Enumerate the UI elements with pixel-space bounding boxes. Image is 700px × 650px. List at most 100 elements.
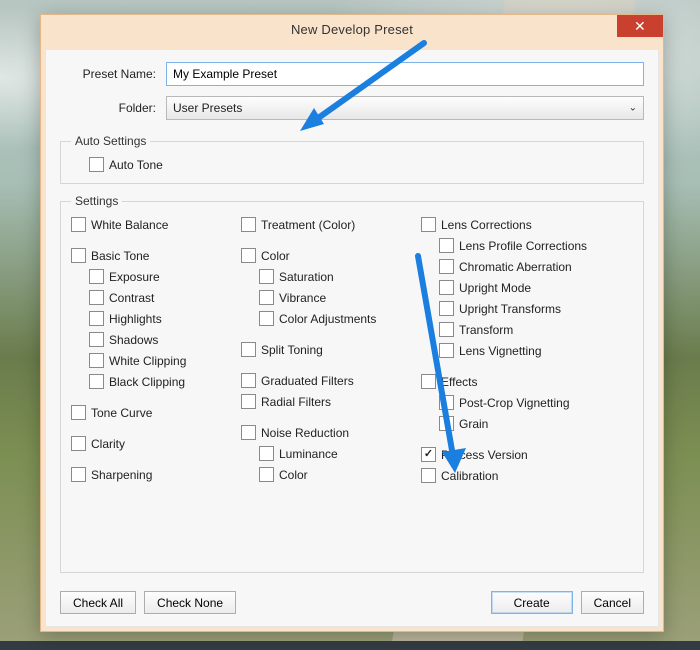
close-icon: ✕ [634, 11, 646, 41]
transform-label: Transform [459, 323, 513, 337]
checkbox-icon [259, 311, 274, 326]
noise-color-checkbox[interactable]: Color [241, 467, 421, 482]
folder-select[interactable]: User Presets ⌄ [166, 96, 644, 120]
checkbox-icon [71, 217, 86, 232]
checkbox-icon [241, 248, 256, 263]
sharpening-label: Sharpening [91, 468, 152, 482]
white-clipping-label: White Clipping [109, 354, 186, 368]
checkbox-icon [241, 342, 256, 357]
luminance-checkbox[interactable]: Luminance [241, 446, 421, 461]
upright-mode-checkbox[interactable]: Upright Mode [421, 280, 633, 295]
checkbox-icon [89, 311, 104, 326]
check-all-button[interactable]: Check All [60, 591, 136, 614]
luminance-label: Luminance [279, 447, 338, 461]
split-toning-checkbox[interactable]: Split Toning [241, 342, 421, 357]
checkbox-icon [241, 373, 256, 388]
checkbox-icon [241, 217, 256, 232]
grain-checkbox[interactable]: Grain [421, 416, 633, 431]
chromatic-aberration-label: Chromatic Aberration [459, 260, 572, 274]
preset-name-input[interactable] [166, 62, 644, 86]
graduated-filters-checkbox[interactable]: Graduated Filters [241, 373, 421, 388]
noise-reduction-label: Noise Reduction [261, 426, 349, 440]
treatment-checkbox[interactable]: Treatment (Color) [241, 217, 421, 232]
auto-tone-label: Auto Tone [109, 158, 163, 172]
close-button[interactable]: ✕ [617, 15, 663, 37]
checkbox-icon [259, 467, 274, 482]
checkbox-icon [71, 436, 86, 451]
create-button[interactable]: Create [491, 591, 573, 614]
checkbox-icon [89, 157, 104, 172]
post-crop-vignetting-label: Post-Crop Vignetting [459, 396, 570, 410]
effects-label: Effects [441, 375, 477, 389]
radial-filters-label: Radial Filters [261, 395, 331, 409]
settings-group: Settings White Balance Basic Tone Exposu… [60, 194, 644, 573]
contrast-label: Contrast [109, 291, 154, 305]
cancel-button[interactable]: Cancel [581, 591, 644, 614]
white-balance-checkbox[interactable]: White Balance [71, 217, 241, 232]
preset-name-label: Preset Name: [60, 67, 166, 81]
radial-filters-checkbox[interactable]: Radial Filters [241, 394, 421, 409]
upright-transforms-checkbox[interactable]: Upright Transforms [421, 301, 633, 316]
vibrance-checkbox[interactable]: Vibrance [241, 290, 421, 305]
highlights-checkbox[interactable]: Highlights [71, 311, 241, 326]
color-adjustments-checkbox[interactable]: Color Adjustments [241, 311, 421, 326]
vibrance-label: Vibrance [279, 291, 326, 305]
white-clipping-checkbox[interactable]: White Clipping [71, 353, 241, 368]
contrast-checkbox[interactable]: Contrast [71, 290, 241, 305]
checkbox-icon [439, 343, 454, 358]
sharpening-checkbox[interactable]: Sharpening [71, 467, 241, 482]
calibration-checkbox[interactable]: Calibration [421, 468, 633, 483]
black-clipping-checkbox[interactable]: Black Clipping [71, 374, 241, 389]
post-crop-vignetting-checkbox[interactable]: Post-Crop Vignetting [421, 395, 633, 410]
lens-vignetting-checkbox[interactable]: Lens Vignetting [421, 343, 633, 358]
auto-tone-checkbox[interactable]: Auto Tone [71, 157, 633, 172]
process-version-checkbox[interactable]: Process Version [421, 447, 633, 462]
basic-tone-checkbox[interactable]: Basic Tone [71, 248, 241, 263]
transform-checkbox[interactable]: Transform [421, 322, 633, 337]
effects-checkbox[interactable]: Effects [421, 374, 633, 389]
color-label: Color [261, 249, 290, 263]
lens-corrections-checkbox[interactable]: Lens Corrections [421, 217, 633, 232]
process-version-label: Process Version [441, 448, 528, 462]
lens-profile-checkbox[interactable]: Lens Profile Corrections [421, 238, 633, 253]
checkbox-icon [439, 395, 454, 410]
basic-tone-label: Basic Tone [91, 249, 149, 263]
folder-label: Folder: [60, 101, 166, 115]
checkbox-icon [89, 290, 104, 305]
checkbox-icon [259, 290, 274, 305]
exposure-checkbox[interactable]: Exposure [71, 269, 241, 284]
checkbox-icon [421, 468, 436, 483]
checkbox-icon [241, 425, 256, 440]
black-clipping-label: Black Clipping [109, 375, 185, 389]
new-develop-preset-dialog: New Develop Preset ✕ Preset Name: Folder… [40, 14, 664, 632]
folder-value: User Presets [173, 101, 242, 115]
tone-curve-label: Tone Curve [91, 406, 152, 420]
checkbox-icon [71, 405, 86, 420]
clarity-checkbox[interactable]: Clarity [71, 436, 241, 451]
checkbox-icon [71, 467, 86, 482]
highlights-label: Highlights [109, 312, 162, 326]
checkbox-icon [89, 353, 104, 368]
noise-reduction-checkbox[interactable]: Noise Reduction [241, 425, 421, 440]
shadows-label: Shadows [109, 333, 158, 347]
titlebar: New Develop Preset ✕ [41, 15, 663, 45]
saturation-label: Saturation [279, 270, 334, 284]
shadows-checkbox[interactable]: Shadows [71, 332, 241, 347]
auto-settings-group: Auto Settings Auto Tone [60, 134, 644, 184]
checkbox-icon [421, 217, 436, 232]
tone-curve-checkbox[interactable]: Tone Curve [71, 405, 241, 420]
graduated-filters-label: Graduated Filters [261, 374, 354, 388]
color-checkbox[interactable]: Color [241, 248, 421, 263]
saturation-checkbox[interactable]: Saturation [241, 269, 421, 284]
auto-settings-legend: Auto Settings [71, 134, 150, 148]
checkbox-icon [89, 374, 104, 389]
checkbox-icon [439, 301, 454, 316]
checkbox-icon [439, 238, 454, 253]
checkbox-icon [439, 322, 454, 337]
chromatic-aberration-checkbox[interactable]: Chromatic Aberration [421, 259, 633, 274]
checkbox-icon [439, 280, 454, 295]
exposure-label: Exposure [109, 270, 160, 284]
checkbox-icon [89, 269, 104, 284]
check-none-button[interactable]: Check None [144, 591, 236, 614]
checkbox-icon [421, 447, 436, 462]
